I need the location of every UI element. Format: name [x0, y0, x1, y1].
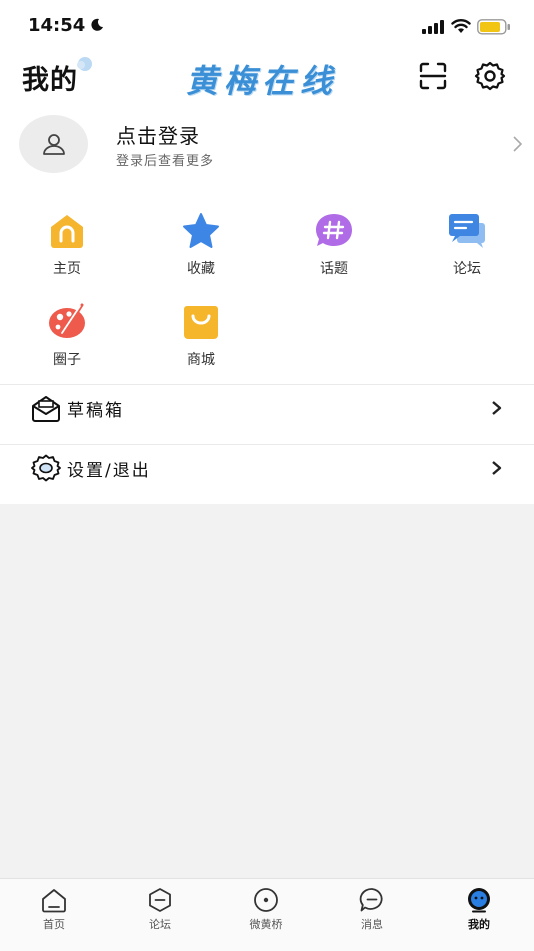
login-entry[interactable]: 点击登录 登录后查看更多	[0, 110, 534, 180]
grid-item-mall[interactable]: 商城	[155, 302, 245, 382]
shopping-bag-icon	[184, 306, 218, 339]
wifi-icon	[451, 19, 471, 33]
chevron-right-icon	[513, 136, 523, 152]
profile-tab-icon	[468, 888, 490, 913]
tab-messages[interactable]: 消息	[336, 887, 406, 937]
forum-tab-icon	[149, 888, 171, 912]
battery-icon	[477, 19, 510, 35]
cellular-signal-icon	[422, 20, 444, 34]
moon-icon	[91, 18, 103, 31]
grid-label: 论坛	[453, 261, 481, 277]
drafts-icon	[32, 396, 60, 422]
status-time: 14:54	[28, 15, 86, 36]
tab-label: 我的	[468, 918, 490, 931]
avatar[interactable]	[19, 115, 88, 173]
tab-label: 论坛	[149, 918, 171, 931]
chevron-right-icon	[492, 401, 502, 415]
tab-forum[interactable]: 论坛	[124, 887, 194, 937]
grid-label: 主页	[53, 261, 81, 277]
brand-logo: 黄梅在线	[186, 62, 339, 100]
settings-logout-row[interactable]: 设置/退出	[0, 444, 534, 502]
drafts-label: 草稿箱	[67, 401, 124, 421]
home-tab-icon	[42, 889, 66, 913]
forum-icon	[449, 214, 485, 248]
circle-tab-icon	[254, 888, 278, 912]
settings-logout-label: 设置/退出	[67, 461, 151, 481]
login-subtitle: 登录后查看更多	[116, 154, 215, 169]
grid-item-favorites[interactable]: 收藏	[155, 211, 245, 291]
login-title[interactable]: 点击登录	[116, 120, 200, 149]
drafts-row[interactable]: 草稿箱	[0, 384, 534, 442]
grid-item-home[interactable]: 主页	[21, 211, 111, 291]
page-title: 我的	[22, 65, 78, 96]
tab-mine[interactable]: 我的	[443, 887, 513, 937]
grid-item-forum[interactable]: 论坛	[421, 211, 511, 291]
grid-item-topics[interactable]: 话题	[288, 211, 378, 291]
tab-weihuangqiao[interactable]: 微黄桥	[230, 887, 300, 937]
status-bar: 14:54	[0, 0, 534, 50]
settings-icon	[31, 454, 61, 482]
star-icon	[183, 213, 219, 248]
bottom-nav: 首页 论坛 微黄桥 消息 我的	[0, 878, 534, 951]
grid-label: 话题	[320, 261, 348, 277]
chevron-right-icon	[492, 461, 502, 475]
home-icon	[51, 215, 83, 248]
profile-panel: 14:54 我的 黄梅在线 点击登录 登录后查看更多 主页 收藏 话题 论坛 圈…	[0, 0, 534, 504]
circle-group-icon	[49, 303, 85, 338]
tab-label: 微黄桥	[249, 918, 283, 931]
message-tab-icon	[359, 888, 383, 912]
cloud-decoration-icon	[77, 57, 92, 71]
tab-label: 消息	[361, 918, 383, 931]
gear-icon[interactable]	[474, 60, 506, 92]
grid-label: 商城	[187, 352, 215, 368]
hashtag-icon	[316, 214, 352, 246]
user-icon	[43, 134, 65, 155]
tab-label: 首页	[43, 918, 65, 931]
grid-label: 圈子	[53, 352, 81, 368]
grid-item-circles[interactable]: 圈子	[21, 302, 111, 382]
grid-label: 收藏	[187, 261, 215, 277]
tab-home[interactable]: 首页	[18, 887, 88, 937]
scan-icon[interactable]	[418, 61, 448, 91]
